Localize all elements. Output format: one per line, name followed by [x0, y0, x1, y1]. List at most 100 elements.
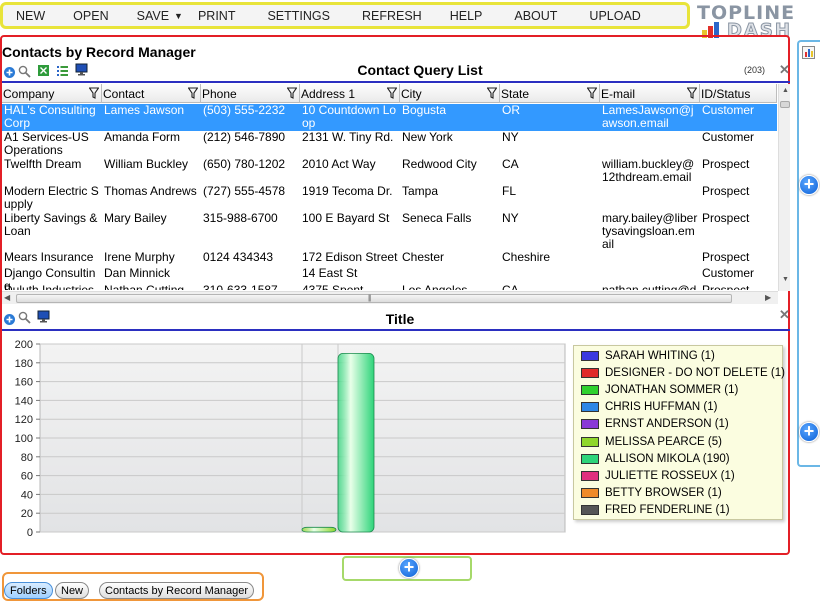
- column-header-label: City: [401, 87, 422, 101]
- tab-folders[interactable]: Folders: [4, 582, 53, 599]
- table-row[interactable]: Django Consulting Dan Minnick 14 East St Cu…: [2, 266, 777, 291]
- filter-icon[interactable]: [89, 87, 99, 99]
- bar-allison-mikola-190[interactable]: [337, 352, 375, 533]
- side-add-top-icon[interactable]: +: [799, 175, 819, 195]
- table-cell: nathan.cutting@duluth.email: [602, 283, 697, 291]
- table-cell: Prospect: [702, 283, 750, 291]
- column-header-address-1[interactable]: Address 1: [300, 84, 400, 103]
- legend-item[interactable]: ALLISON MIKOLA (190): [581, 452, 730, 466]
- chart-monitor-icon[interactable]: [37, 310, 50, 323]
- close-chart-icon[interactable]: ✕: [779, 307, 790, 323]
- legend-item[interactable]: JULIETTE ROSSEUX (1): [581, 469, 735, 483]
- menu-help[interactable]: HELP: [441, 9, 492, 23]
- table-cell: (727) 555-4578: [203, 184, 286, 198]
- table-cell: 100 E Bayard St: [302, 211, 390, 225]
- column-header-contact[interactable]: Contact: [102, 84, 201, 103]
- legend-swatch: [581, 402, 599, 413]
- menu-open[interactable]: OPEN: [64, 9, 117, 23]
- table-row[interactable]: Mears Insurance Irene Murphy 0124 434343 17…: [2, 251, 777, 267]
- menu-save[interactable]: SAVE: [128, 9, 178, 23]
- table-row[interactable]: HAL's Consulting Corp Lames Jawson (503) 5…: [2, 104, 777, 131]
- menu-upload[interactable]: UPLOAD: [580, 9, 649, 23]
- legend-item[interactable]: CHRIS HUFFMAN (1): [581, 400, 717, 414]
- legend-item[interactable]: JONATHAN SOMMER (1): [581, 383, 738, 397]
- add-panel-area: +: [342, 556, 472, 581]
- add-icon[interactable]: [3, 66, 16, 79]
- side-panel: + +: [797, 40, 820, 467]
- bar-chart: 0 20 40 60 80 100 120 140 160 180 200: [15, 339, 566, 539]
- side-add-bottom-icon[interactable]: +: [799, 422, 819, 442]
- scroll-up-icon[interactable]: ▲: [782, 87, 789, 94]
- scroll-left-icon[interactable]: ◀: [4, 293, 10, 302]
- menu-about[interactable]: ABOUT: [505, 9, 566, 23]
- filter-icon[interactable]: [387, 87, 397, 99]
- scroll-right-icon[interactable]: ▶: [765, 293, 771, 302]
- table-cell: Prospect: [702, 157, 750, 171]
- table-cell: 14 East St: [302, 266, 358, 280]
- filter-icon[interactable]: [587, 87, 597, 99]
- legend-item[interactable]: MELISSA PEARCE (5): [581, 435, 722, 449]
- legend-item[interactable]: ERNST ANDERSON (1): [581, 417, 729, 431]
- filter-icon[interactable]: [188, 87, 198, 99]
- table-cell: 172 Edison Street: [302, 250, 398, 264]
- column-header-city[interactable]: City: [400, 84, 500, 103]
- tab-contacts-by-record-manager[interactable]: Contacts by Record Manager: [99, 582, 255, 599]
- table-cell: A1 Services-US Operations: [4, 130, 89, 157]
- legend-swatch: [581, 470, 599, 481]
- table-row[interactable]: Twelfth Dream William Buckley (650) 780-12…: [2, 158, 777, 185]
- chart-search-icon[interactable]: [18, 311, 31, 324]
- monitor-icon[interactable]: [75, 63, 88, 76]
- table-cell: CA: [502, 283, 519, 291]
- column-header-phone[interactable]: Phone: [201, 84, 300, 103]
- table-cell: Customer: [702, 130, 755, 144]
- table-row[interactable]: Modern Electric Supply Thomas Andrews (727…: [2, 185, 777, 212]
- column-header-company[interactable]: Company: [2, 84, 102, 103]
- bottom-add-icon[interactable]: +: [399, 558, 419, 578]
- table-cell: Liberty Savings & Loan: [4, 211, 98, 238]
- chart-add-icon[interactable]: [3, 313, 16, 326]
- vertical-scroll-thumb[interactable]: [780, 101, 790, 108]
- horizontal-scroll-thumb[interactable]: |||: [16, 294, 732, 303]
- menu-refresh[interactable]: REFRESH: [353, 9, 431, 23]
- search-icon[interactable]: [18, 65, 31, 78]
- horizontal-scrollbar[interactable]: ◀ ||| ▶: [2, 291, 778, 304]
- menu-bar: NEW OPEN SAVE ▼ PRINT SETTINGS REFRESH H…: [0, 2, 690, 29]
- table-row[interactable]: Duluth Industries Nathan Cutting 310-633-1…: [2, 283, 777, 291]
- table-cell: Customer: [702, 266, 755, 280]
- column-header-state[interactable]: State: [500, 84, 600, 103]
- chart-thumbnail-icon[interactable]: [802, 46, 815, 59]
- y-tick-label: 180: [15, 358, 33, 370]
- bar-melissa-pearce-5[interactable]: [301, 526, 337, 533]
- list-view-icon[interactable]: [56, 64, 69, 77]
- table-cell: William Buckley: [104, 157, 189, 171]
- close-query-icon[interactable]: ✕: [779, 62, 790, 78]
- table-cell: Prospect: [702, 211, 750, 225]
- filter-icon[interactable]: [487, 87, 497, 99]
- scroll-down-icon[interactable]: ▼: [782, 276, 789, 283]
- vertical-scrollbar[interactable]: ▲ ▼: [778, 84, 790, 291]
- table-cell: Thomas Andrews: [104, 184, 197, 198]
- legend-item[interactable]: FRED FENDERLINE (1): [581, 503, 730, 517]
- menu-print[interactable]: PRINT: [189, 9, 245, 23]
- legend-label: JULIETTE ROSSEUX (1): [605, 469, 735, 482]
- legend-item[interactable]: DESIGNER - DO NOT DELETE (1): [581, 366, 785, 380]
- column-header-e-mail[interactable]: E-mail: [600, 84, 700, 103]
- menu-settings[interactable]: SETTINGS: [258, 9, 339, 23]
- y-tick-label: 60: [21, 471, 33, 483]
- column-header-label: E-mail: [601, 87, 636, 101]
- legend-item[interactable]: SARAH WHITING (1): [581, 349, 715, 363]
- column-header-label: Contact: [103, 87, 145, 101]
- filter-icon[interactable]: [687, 87, 697, 99]
- column-header-id-status[interactable]: ID/Status: [700, 84, 777, 103]
- excel-export-icon[interactable]: [37, 64, 50, 77]
- table-row[interactable]: Liberty Savings & Loan Mary Bailey 315-988…: [2, 212, 777, 251]
- tab-new[interactable]: New: [55, 582, 90, 599]
- table-cell: CA: [502, 157, 519, 171]
- page-title: Contacts by Record Manager: [2, 44, 196, 60]
- y-tick-label: 40: [21, 489, 33, 501]
- menu-new[interactable]: NEW: [7, 9, 54, 23]
- filter-icon[interactable]: [287, 87, 297, 99]
- save-dropdown-caret-icon[interactable]: ▼: [174, 11, 183, 21]
- table-row[interactable]: A1 Services-US Operations Amanda Form (212…: [2, 131, 777, 158]
- legend-item[interactable]: BETTY BROWSER (1): [581, 486, 722, 500]
